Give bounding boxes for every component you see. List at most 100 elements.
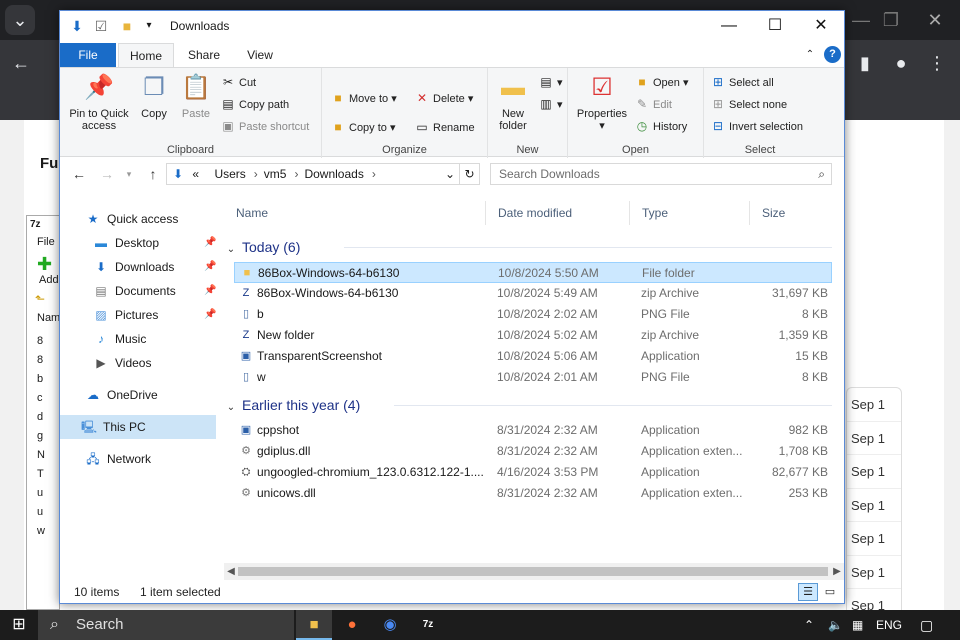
pin-quick-access-button[interactable]: 📌 Pin to Quick access [66, 72, 132, 132]
nav-item-pictures[interactable]: ▨ Pictures 📌 [92, 303, 222, 327]
close-button[interactable]: ✕ [798, 11, 844, 41]
tab-share[interactable]: Share [176, 43, 232, 67]
sevenzip-list-item[interactable]: g [27, 427, 59, 446]
column-date-modified[interactable]: Date modified [486, 201, 630, 225]
breadcrumb-chevron-icon[interactable]: › [372, 167, 376, 181]
nav-quick-access[interactable]: ★ Quick access [84, 207, 179, 231]
history-button[interactable]: ◷ History [634, 116, 687, 136]
date-list-item[interactable]: Sep 1 [847, 388, 901, 422]
date-list-item[interactable]: Sep 1 [847, 455, 901, 489]
tray-up-icon[interactable]: ⌃ [804, 610, 814, 640]
sevenzip-list-item[interactable]: c [27, 389, 59, 408]
paste-button[interactable]: 📋 Paste [176, 72, 216, 120]
nav-item-desktop[interactable]: ▬ Desktop 📌 [92, 231, 222, 255]
volume-muted-icon[interactable]: 🔈 [828, 610, 843, 640]
back-arrow-icon[interactable]: ← [6, 48, 36, 78]
file-row[interactable]: Z New folder 10/8/2024 5:02 AM zip Archive 1… [234, 325, 832, 346]
move-to-button[interactable]: ■ Move to ▾ [330, 88, 396, 108]
paste-shortcut-button[interactable]: ▣ Paste shortcut [220, 116, 309, 136]
rename-button[interactable]: ▭ Rename [414, 117, 474, 137]
chevron-down-icon[interactable]: ⌄ [5, 5, 35, 35]
date-list-item[interactable]: Sep 1 [847, 556, 901, 589]
notifications-icon[interactable]: ▢ [920, 610, 933, 640]
network-disconnected-icon[interactable]: ▦ [852, 610, 863, 640]
profile-icon[interactable]: ● [886, 48, 916, 78]
breadcrumb-chevron-icon[interactable]: › [254, 167, 258, 181]
copy-path-button[interactable]: ▤ Copy path [220, 94, 289, 114]
sevenzip-list-item[interactable]: T [27, 465, 59, 484]
date-list-item[interactable]: Sep 1 [847, 422, 901, 455]
breadcrumb-item[interactable]: Downloads [304, 167, 363, 181]
search-input[interactable]: Search Downloads ⌕ [490, 163, 832, 185]
new-folder-button[interactable]: ▬ New folder [492, 72, 534, 132]
menu-kebab-icon[interactable]: ⋮ [922, 48, 952, 78]
collapse-ribbon-icon[interactable]: ⌃ [802, 43, 818, 67]
column-size[interactable]: Size [750, 201, 832, 225]
sevenzip-taskbar-icon[interactable]: 7z [410, 610, 446, 640]
horizontal-scrollbar[interactable]: ◀ ▶ [224, 563, 844, 580]
up-arrow-icon[interactable]: ↑ [142, 164, 164, 184]
recent-dropdown-icon[interactable]: ▾ [118, 164, 140, 184]
properties-button[interactable]: ☑ Properties ▾ [572, 72, 632, 132]
file-row[interactable]: ▯ b 10/8/2024 2:02 AM PNG File 8 KB [234, 304, 832, 325]
edit-button[interactable]: ✎ Edit [634, 94, 672, 114]
sevenzip-list-item[interactable]: b [27, 370, 59, 389]
details-view-icon[interactable]: ☰ [798, 583, 818, 601]
sidebar-icon[interactable]: ▮ [850, 48, 880, 78]
sevenzip-menu-file[interactable]: File [27, 236, 59, 254]
customize-dropdown-icon[interactable]: ▾ [140, 17, 158, 35]
taskbar-search[interactable]: ⌕ Search [38, 610, 294, 640]
file-row[interactable]: ⚙ gdiplus.dll 8/31/2024 2:32 AM Application… [234, 441, 832, 462]
column-type[interactable]: Type [630, 201, 750, 225]
tab-home[interactable]: Home [118, 43, 174, 67]
select-none-button[interactable]: ⊞ Select none [710, 94, 787, 114]
select-all-button[interactable]: ⊞ Select all [710, 72, 774, 92]
group-today[interactable]: ⌄ Today (6) [224, 235, 832, 259]
quick-access-download-icon[interactable]: ⬇ [68, 17, 86, 35]
group-earlier[interactable]: ⌄ Earlier this year (4) [224, 393, 832, 417]
breadcrumb-item[interactable]: vm5 [264, 167, 287, 181]
help-icon[interactable]: ? [824, 46, 841, 63]
sevenzip-list-item[interactable]: d [27, 408, 59, 427]
open-button[interactable]: ■ Open ▾ [634, 72, 688, 92]
sevenzip-list-item[interactable]: 8 [27, 332, 59, 351]
language-indicator[interactable]: ENG [876, 610, 902, 640]
scroll-right-icon[interactable]: ▶ [830, 563, 844, 580]
minimize-button[interactable]: — [706, 11, 752, 41]
maximize-button[interactable]: ☐ [752, 11, 798, 41]
address-dropdown-icon[interactable]: ⌄ [445, 164, 455, 184]
nav-item-documents[interactable]: ▤ Documents 📌 [92, 279, 222, 303]
nav-item-downloads[interactable]: ⬇ Downloads 📌 [92, 255, 222, 279]
column-name[interactable]: Name [224, 201, 486, 225]
file-row[interactable]: ■ 86Box-Windows-64-b6130 10/8/2024 5:50 AM… [234, 262, 832, 283]
breadcrumb-item[interactable]: Users [214, 167, 245, 181]
restore-icon[interactable]: ❐ [876, 5, 906, 35]
nav-network[interactable]: 🖧 Network [84, 447, 151, 471]
add-icon[interactable]: ✚ [27, 254, 59, 274]
copy-to-button[interactable]: ■ Copy to ▾ [330, 117, 395, 137]
large-icons-view-icon[interactable]: ▭ [820, 583, 840, 601]
back-arrow-icon[interactable]: ← [68, 164, 90, 184]
address-bar[interactable]: ⬇ « Users › vm5 › Downloads › ⌄ [166, 163, 460, 185]
windows-start-icon[interactable]: ⊞ [0, 610, 38, 640]
browser-scrollbar[interactable] [944, 120, 960, 610]
new-folder-icon[interactable]: ■ [118, 17, 136, 35]
refresh-icon[interactable]: ↻ [460, 163, 480, 185]
file-row[interactable]: ▣ TransparentScreenshot 10/8/2024 5:06 AM A… [234, 346, 832, 367]
sevenzip-list-item[interactable]: w [27, 522, 59, 541]
nav-item-music[interactable]: ♪ Music [92, 327, 222, 351]
delete-button[interactable]: ✕ Delete ▾ [414, 88, 473, 108]
scroll-thumb[interactable] [238, 567, 828, 576]
copy-button[interactable]: ❐ Copy [134, 72, 174, 120]
nav-onedrive[interactable]: ☁ OneDrive [84, 383, 158, 407]
file-row[interactable]: ⛭ ungoogled-chromium_123.0.6312.122-1....… [234, 462, 832, 483]
folder-up-icon[interactable]: ⬑ [27, 292, 59, 312]
file-row[interactable]: ⚙ unicows.dll 8/31/2024 2:32 AM Application… [234, 483, 832, 504]
firefox-taskbar-icon[interactable]: ● [334, 610, 370, 640]
new-item-button[interactable]: ▤ ▾ [538, 72, 562, 92]
sevenzip-list-item[interactable]: 8 [27, 351, 59, 370]
chromium-taskbar-icon[interactable]: ◉ [372, 610, 408, 640]
cut-button[interactable]: ✂ Cut [220, 72, 256, 92]
minimize-icon[interactable]: — [846, 5, 876, 35]
scroll-left-icon[interactable]: ◀ [224, 563, 238, 580]
